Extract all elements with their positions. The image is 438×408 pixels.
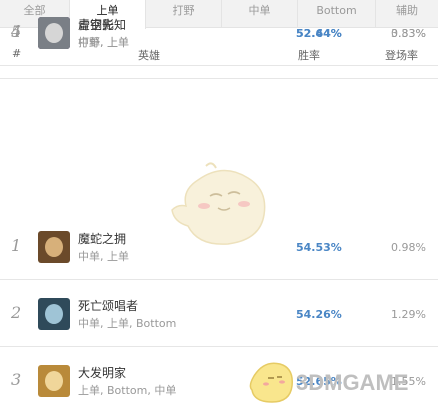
hero-roles: 中单, 上单 xyxy=(78,250,129,263)
win-rate: 52.65% xyxy=(296,375,342,388)
heimerdinger-portrait-icon xyxy=(38,365,70,397)
win-rate: 54.53% xyxy=(296,241,342,254)
table-row[interactable]: 2 死亡颂唱者 中单, 上单, Bottom 54.26% 1.29% xyxy=(0,281,438,347)
rank-number: 3 xyxy=(11,370,22,389)
cassiopeia-portrait-icon xyxy=(38,231,70,263)
rank-number: 2 xyxy=(11,303,22,322)
win-rate: 52.44% xyxy=(296,27,342,40)
hero-name: 大发明家 xyxy=(78,366,127,380)
rank-number: 5 xyxy=(11,22,22,41)
rank-number: 1 xyxy=(11,236,22,255)
win-rate: 54.26% xyxy=(296,308,342,321)
table-row[interactable]: 5 青钢影 打野, 上单 52.44% 3.33% xyxy=(0,0,438,66)
table-row[interactable]: 3 大发明家 上单, Bottom, 中单 52.65% 1.55% xyxy=(0,348,438,408)
pick-rate: 1.55% xyxy=(391,375,426,388)
hero-roles: 打野, 上单 xyxy=(78,36,129,49)
pick-rate: 3.33% xyxy=(391,27,426,40)
hero-roles: 中单, 上单, Bottom xyxy=(78,317,177,330)
pick-rate: 0.98% xyxy=(391,241,426,254)
pick-rate: 1.29% xyxy=(391,308,426,321)
karthus-portrait-icon xyxy=(38,298,70,330)
hero-name: 魔蛇之拥 xyxy=(78,232,127,246)
hero-roles: 上单, Bottom, 中单 xyxy=(78,384,177,397)
camille-portrait-icon xyxy=(38,17,70,49)
hero-name: 青钢影 xyxy=(78,18,115,32)
hero-name: 死亡颂唱者 xyxy=(78,299,139,313)
table-row[interactable]: 1 魔蛇之拥 中单, 上单 54.53% 0.98% xyxy=(0,214,438,280)
